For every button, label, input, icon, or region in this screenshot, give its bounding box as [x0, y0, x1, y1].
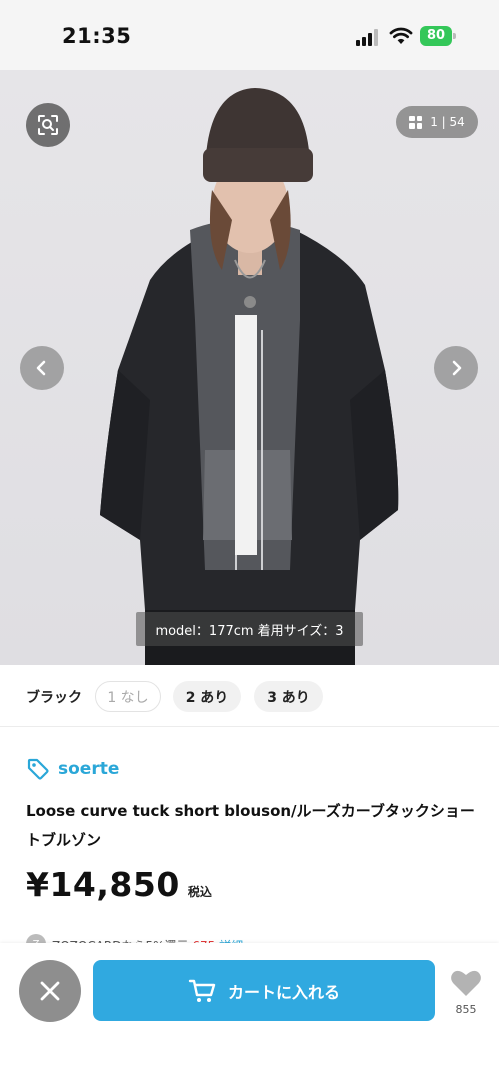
chevron-left-icon: [36, 360, 46, 376]
close-button[interactable]: [19, 960, 81, 1022]
image-counter: 1 | 54: [430, 115, 465, 129]
chevron-right-icon: [452, 360, 462, 376]
status-time: 21:35: [62, 24, 132, 48]
previous-image-button[interactable]: [20, 346, 64, 390]
grid-icon: [409, 115, 423, 129]
favorite-button[interactable]: 855: [448, 969, 484, 1016]
status-bar: 21:35 80: [0, 0, 499, 70]
size-option-2[interactable]: 2 あり: [173, 681, 241, 712]
add-to-cart-label: カートに入れる: [227, 982, 340, 1002]
battery-icon: 80: [420, 26, 456, 46]
tax-label: 税込: [187, 885, 212, 899]
variant-options: ブラック 1 なし 2 あり 3 あり: [0, 665, 499, 727]
brand-name: soerte: [58, 759, 120, 779]
next-image-button[interactable]: [434, 346, 478, 390]
cellular-signal-icon: [356, 29, 382, 46]
battery-level: 80: [420, 26, 452, 46]
product-price: ¥14,850: [26, 865, 180, 904]
add-to-cart-button[interactable]: カートに入れる: [93, 960, 435, 1021]
favorite-count: 855: [455, 1003, 477, 1016]
bottom-action-bar: カートに入れる 855: [0, 943, 499, 1080]
brand-link[interactable]: soerte: [26, 756, 119, 782]
product-title: Loose curve tuck short blouson/ルーズカーブタック…: [26, 802, 475, 849]
cart-icon: [188, 979, 216, 1002]
product-image-gallery[interactable]: 1 | 54 model：177cm 着用サイズ：3: [0, 70, 499, 665]
image-counter-button[interactable]: 1 | 54: [396, 106, 478, 138]
wifi-icon: [389, 27, 413, 44]
size-option-3[interactable]: 3 あり: [254, 681, 323, 712]
model-size-caption: model：177cm 着用サイズ：3: [136, 612, 363, 646]
size-option-1[interactable]: 1 なし: [95, 681, 161, 712]
image-search-button[interactable]: [26, 103, 70, 147]
price-row: ¥14,850 税込: [26, 865, 212, 904]
heart-icon: [451, 970, 481, 996]
color-label: ブラック: [26, 690, 82, 706]
image-search-icon: [38, 115, 58, 135]
tag-icon: [27, 758, 49, 780]
product-photo: [0, 70, 499, 665]
close-icon: [40, 981, 60, 1001]
